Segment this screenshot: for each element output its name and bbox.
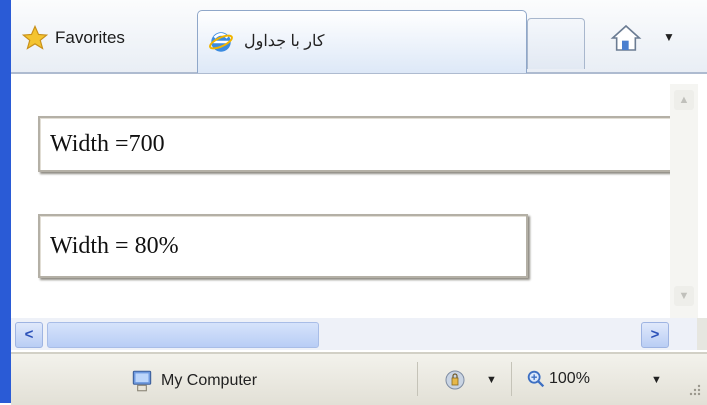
status-separator — [511, 362, 512, 396]
table-cell-text: Width = 80% — [50, 233, 179, 259]
table-cell-text: Width =700 — [50, 131, 165, 157]
security-zone[interactable]: My Computer — [129, 368, 257, 394]
status-bar: My Computer ▼ 100% ▼ — [11, 352, 707, 405]
ie-icon — [209, 32, 233, 52]
favorites-label: Favorites — [55, 28, 125, 47]
computer-icon — [132, 370, 152, 392]
page-content: Width =700 Width = 80% — [11, 74, 692, 318]
zoom-control[interactable]: 100% — [525, 368, 590, 390]
home-icon[interactable] — [609, 22, 643, 54]
scroll-thumb[interactable] — [47, 322, 319, 348]
zone-label: My Computer — [161, 372, 258, 389]
zoom-label: 100% — [549, 370, 590, 387]
scroll-left-button[interactable]: < — [15, 322, 43, 348]
horizontal-scrollbar[interactable]: < > — [11, 318, 697, 350]
status-separator — [417, 362, 418, 396]
resize-grip-icon[interactable] — [687, 382, 701, 396]
scroll-right-button[interactable]: > — [641, 322, 669, 348]
table-width-80-percent: Width = 80% — [38, 214, 528, 278]
new-tab-button[interactable] — [527, 18, 585, 69]
favorites-star-icon — [21, 24, 49, 50]
favorites-button[interactable]: Favorites — [21, 12, 125, 64]
tab-bar: Favorites کار با جداول ▼ — [11, 0, 707, 74]
zoom-icon — [527, 370, 545, 388]
scrollbar-corner — [697, 318, 707, 350]
window-frame-left — [0, 0, 11, 403]
scroll-down-button[interactable]: ▼ — [674, 286, 694, 306]
table-width-700: Width =700 — [38, 116, 692, 172]
chevron-down-icon[interactable]: ▼ — [651, 374, 662, 386]
scroll-up-button[interactable]: ▲ — [674, 90, 694, 110]
vertical-scrollbar[interactable]: ▲ ▼ — [670, 84, 698, 318]
chevron-down-icon[interactable]: ▼ — [486, 374, 497, 386]
browser-window: Favorites کار با جداول ▼ Width =700 Widt… — [0, 0, 707, 405]
tab-active[interactable]: کار با جداول — [197, 10, 527, 73]
chevron-down-icon[interactable]: ▼ — [663, 30, 675, 44]
protected-mode-icon[interactable] — [443, 368, 467, 392]
tab-title: کار با جداول — [244, 33, 325, 50]
